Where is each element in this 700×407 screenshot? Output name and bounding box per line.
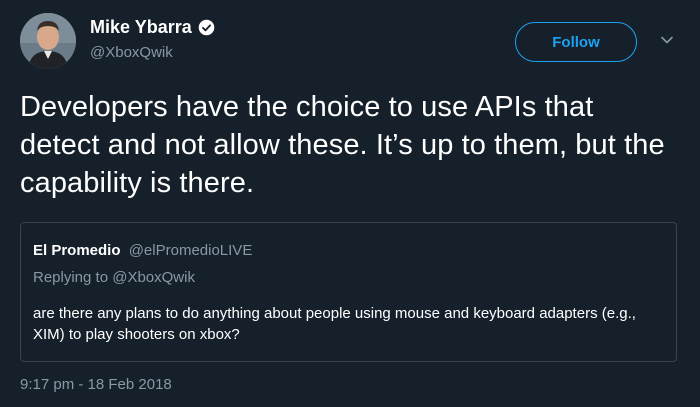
replying-to-line: Replying to @XboxQwik	[33, 269, 195, 286]
quoted-text: are there any plans to do anything about…	[33, 305, 636, 343]
avatar-image	[20, 13, 76, 69]
quoted-author-handle: @elPromedioLIVE	[128, 242, 253, 259]
author-name-row[interactable]: Mike Ybarra	[90, 17, 215, 38]
tweet-text: Developers have the choice to use APIs t…	[20, 91, 665, 199]
avatar[interactable]	[20, 13, 76, 69]
quoted-author: El Promedio @elPromedioLIVE	[33, 242, 252, 259]
author-handle[interactable]: @XboxQwik	[90, 44, 173, 61]
replying-to-prefix: Replying to	[33, 269, 109, 286]
timestamp[interactable]: 9:17 pm - 18 Feb 2018	[20, 376, 172, 393]
follow-button[interactable]: Follow	[515, 22, 637, 62]
quoted-tweet[interactable]: El Promedio @elPromedioLIVE Replying to …	[20, 222, 677, 362]
quoted-author-name: El Promedio	[33, 242, 121, 259]
author-name[interactable]: Mike Ybarra	[90, 17, 192, 38]
tweet-card: Mike Ybarra @XboxQwik Follow Developers …	[0, 0, 700, 407]
replying-to-handle[interactable]: @XboxQwik	[112, 269, 195, 286]
chevron-down-icon[interactable]	[659, 32, 675, 48]
verified-badge-icon	[198, 19, 215, 36]
